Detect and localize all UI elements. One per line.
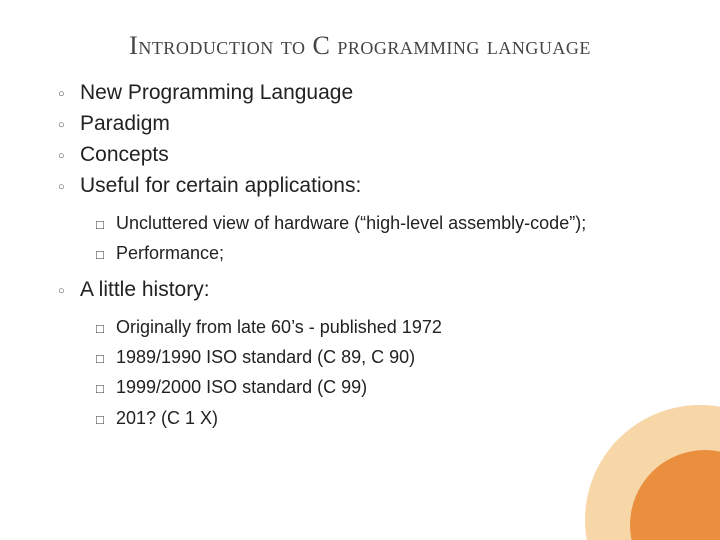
- sub-bullet-item: □ 201? (C 1 X): [96, 406, 670, 430]
- circle-bullet-icon: ○: [58, 285, 80, 297]
- bullet-text: A little history:: [80, 278, 210, 302]
- slide-title: Introduction to C programming language: [80, 28, 640, 63]
- square-bullet-icon: □: [96, 246, 116, 264]
- circle-bullet-icon: ○: [58, 181, 80, 193]
- bullet-item: ○ Useful for certain applications:: [58, 174, 670, 198]
- bullet-text: 1999/2000 ISO standard (C 99): [116, 375, 367, 399]
- bullet-text: Useful for certain applications:: [80, 174, 361, 198]
- bullet-text: Concepts: [80, 143, 169, 167]
- bullet-text: Originally from late 60’s - published 19…: [116, 315, 442, 339]
- bullet-text: Uncluttered view of hardware (“high-leve…: [116, 211, 586, 235]
- square-bullet-icon: □: [96, 411, 116, 429]
- bullet-text: 201? (C 1 X): [116, 406, 218, 430]
- sub-bullet-item: □ 1999/2000 ISO standard (C 99): [96, 375, 670, 399]
- circle-bullet-icon: ○: [58, 150, 80, 162]
- sub-bullet-item: □ Originally from late 60’s - published …: [96, 315, 670, 339]
- square-bullet-icon: □: [96, 380, 116, 398]
- bullet-text: Paradigm: [80, 112, 170, 136]
- square-bullet-icon: □: [96, 350, 116, 368]
- slide-content: ○ New Programming Language ○ Paradigm ○ …: [50, 81, 670, 430]
- bullet-item: ○ A little history:: [58, 278, 670, 302]
- bullet-text: 1989/1990 ISO standard (C 89, C 90): [116, 345, 415, 369]
- sub-bullet-item: □ Performance;: [96, 241, 670, 265]
- bullet-item: ○ New Programming Language: [58, 81, 670, 105]
- bullet-text: New Programming Language: [80, 81, 353, 105]
- square-bullet-icon: □: [96, 320, 116, 338]
- sub-bullet-item: □ Uncluttered view of hardware (“high-le…: [96, 211, 670, 235]
- bullet-item: ○ Concepts: [58, 143, 670, 167]
- circle-bullet-icon: ○: [58, 88, 80, 100]
- sub-bullet-item: □ 1989/1990 ISO standard (C 89, C 90): [96, 345, 670, 369]
- bullet-item: ○ Paradigm: [58, 112, 670, 136]
- circle-bullet-icon: ○: [58, 119, 80, 131]
- bullet-text: Performance;: [116, 241, 224, 265]
- slide: Introduction to C programming language ○…: [0, 0, 720, 540]
- square-bullet-icon: □: [96, 216, 116, 234]
